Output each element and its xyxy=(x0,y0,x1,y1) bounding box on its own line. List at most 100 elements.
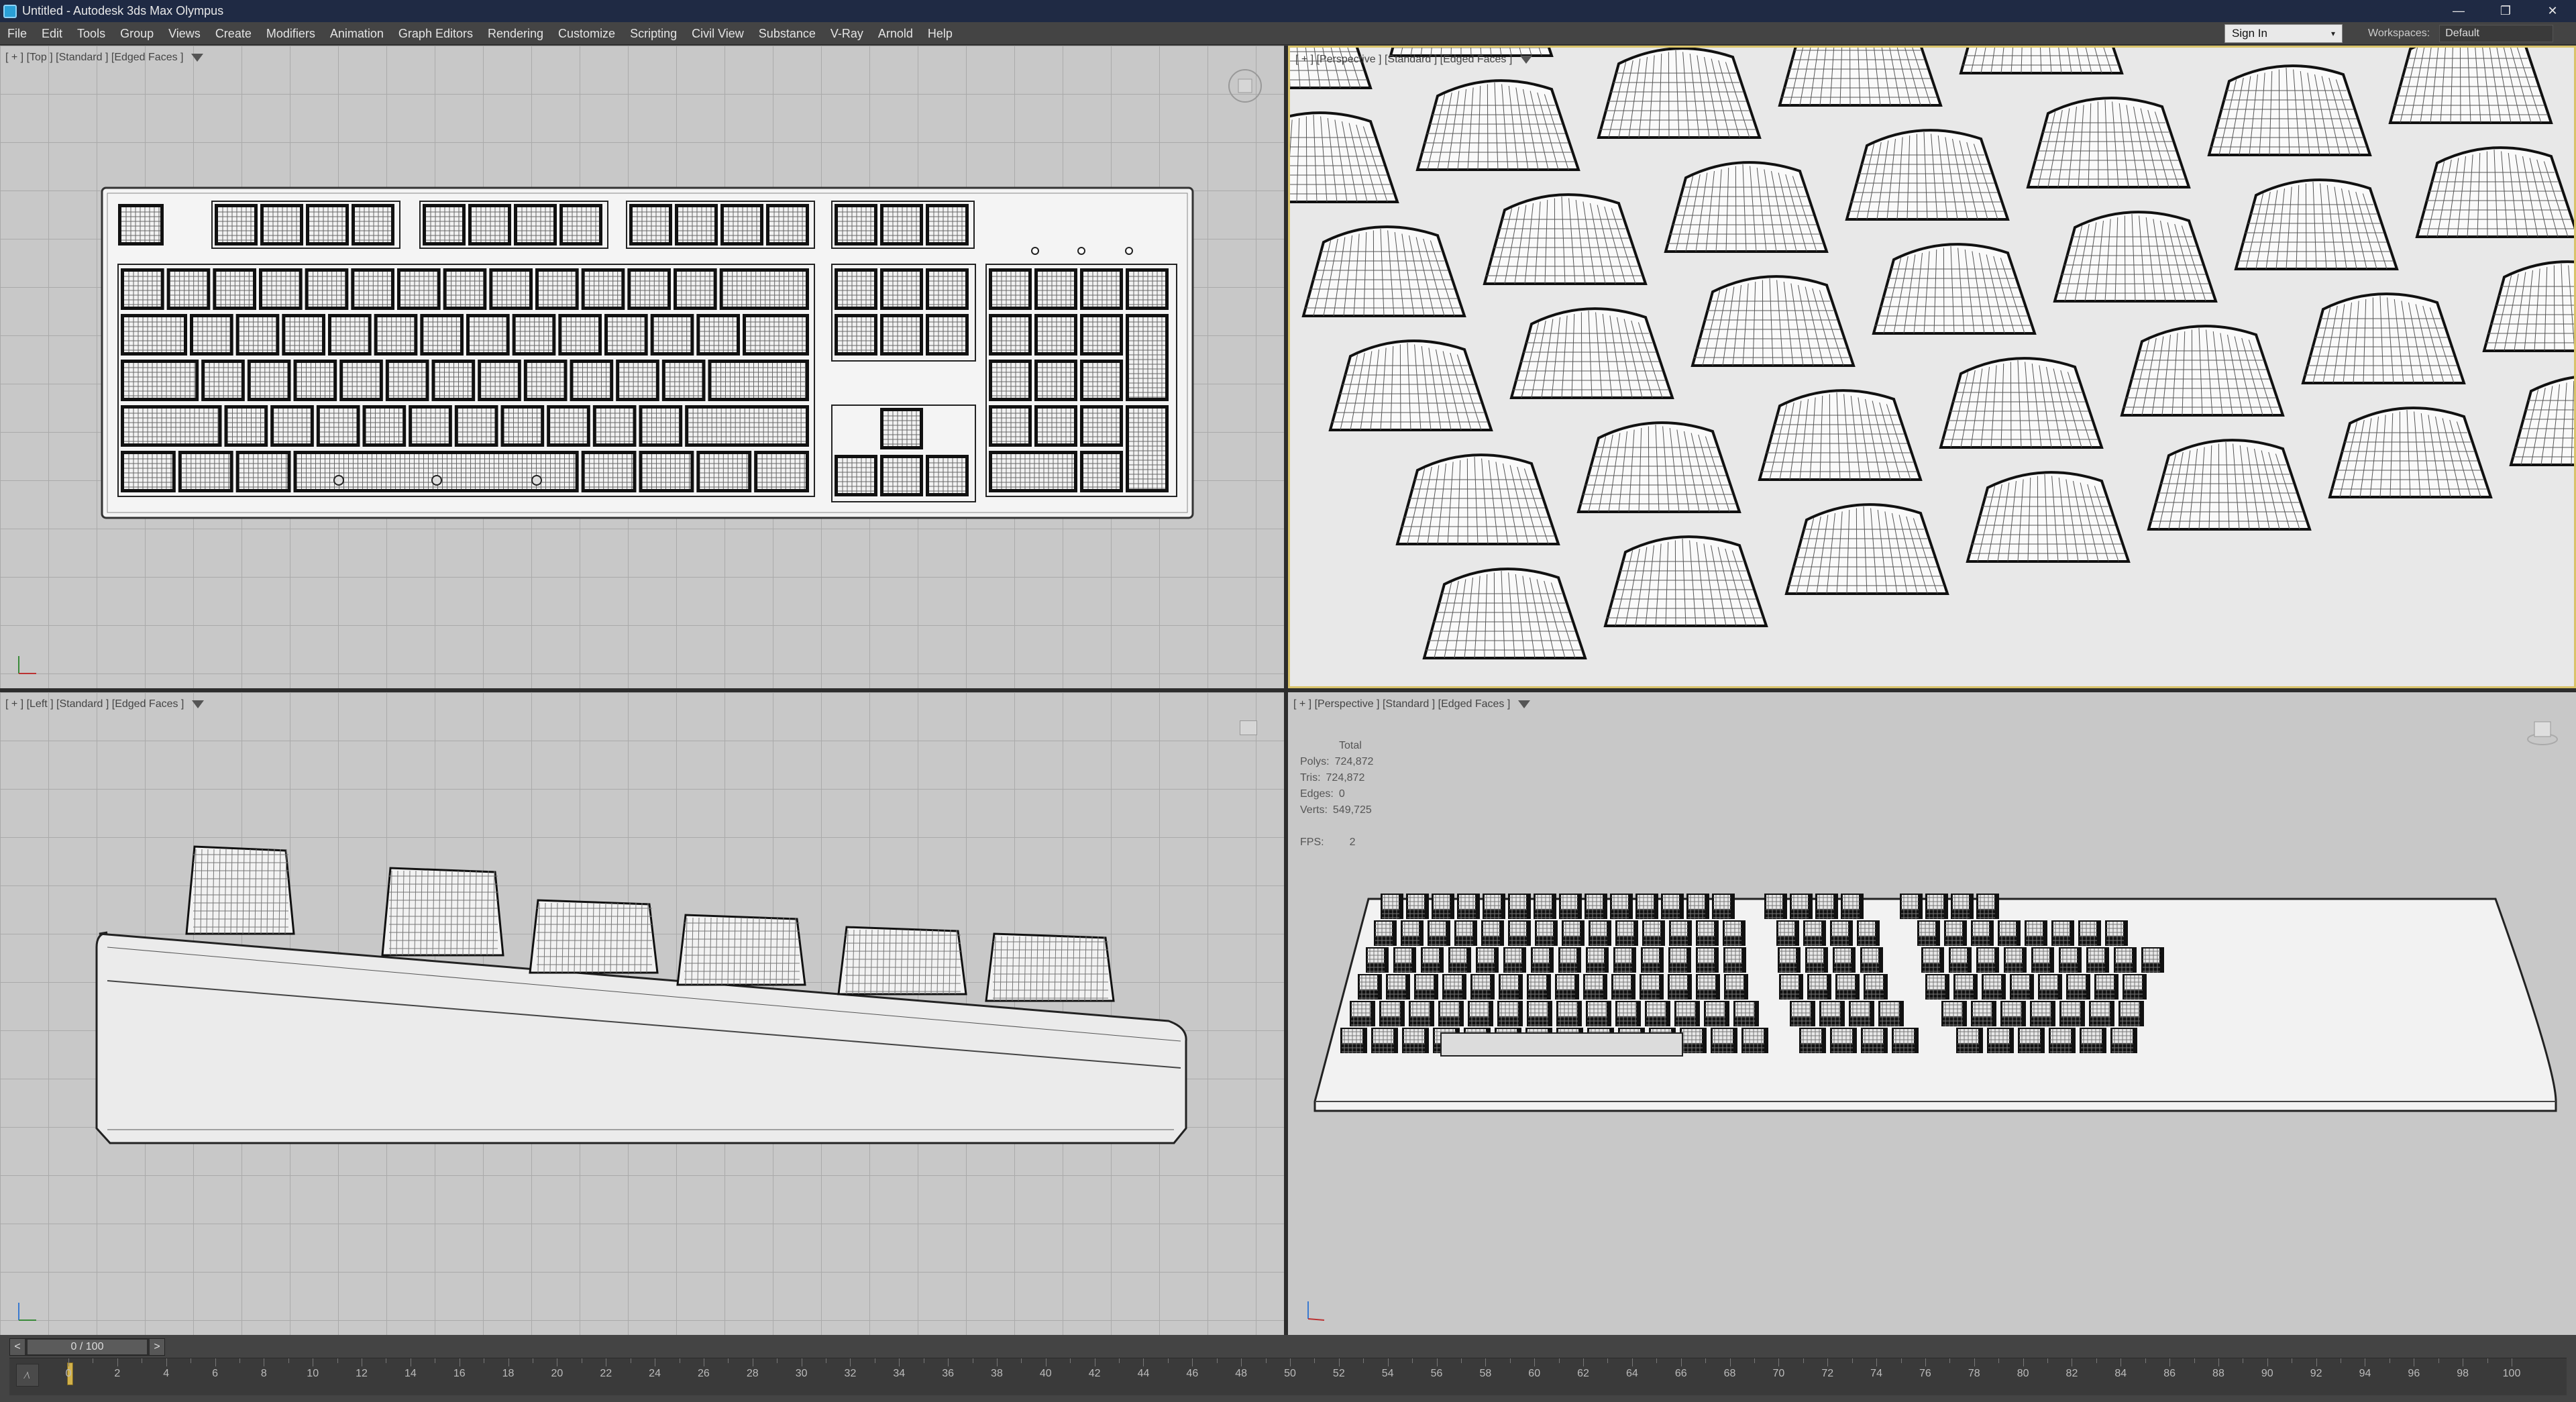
keycap-top xyxy=(250,363,288,398)
time-slider-value[interactable]: 0 / 100 xyxy=(28,1340,147,1354)
timeline-frame-label: 72 xyxy=(1821,1368,1834,1379)
timeline-tick xyxy=(1656,1358,1658,1363)
keycap-top xyxy=(355,207,391,242)
viewport-label[interactable]: [ + ] [Top ] [Standard ] [Edged Faces ] xyxy=(5,52,204,64)
timeline-tick xyxy=(117,1358,118,1366)
keycap-top xyxy=(124,272,161,307)
timeline-tick xyxy=(1290,1358,1291,1366)
keycap-top xyxy=(124,317,184,352)
keycap-top xyxy=(1038,409,1074,443)
keycap-top xyxy=(366,409,403,443)
timeline-frame-label: 98 xyxy=(2457,1368,2469,1379)
timeline-frame-label: 62 xyxy=(1577,1368,1589,1379)
keycap-top xyxy=(504,409,541,443)
viewcube-icon[interactable] xyxy=(1240,720,1257,735)
viewport-label-text: [ + ] [Left ] [Standard ] [Edged Faces ] xyxy=(5,698,184,710)
menu-create[interactable]: Create xyxy=(208,22,259,45)
timeline-frame-label: 42 xyxy=(1088,1368,1101,1379)
menu-edit[interactable]: Edit xyxy=(34,22,70,45)
keycap-top xyxy=(633,207,669,242)
timeline-tick xyxy=(2023,1358,2024,1366)
keycap-top xyxy=(308,272,345,307)
keycap-top xyxy=(170,272,207,307)
timeline-tick xyxy=(1974,1358,1975,1366)
menu-rendering[interactable]: Rendering xyxy=(480,22,551,45)
keycap-top xyxy=(354,272,391,307)
menu-tools[interactable]: Tools xyxy=(70,22,113,45)
keycap-top xyxy=(608,317,645,352)
key-filter-icon[interactable]: ⁄\ xyxy=(16,1364,39,1387)
timeline-frame-label: 16 xyxy=(453,1368,466,1379)
viewport-perspective-closeup[interactable]: [ + ] [Perspective ] [Standard ] [Edged … xyxy=(1288,46,2576,688)
keycap-top xyxy=(470,317,506,352)
timeline-frame-label: 84 xyxy=(2114,1368,2127,1379)
timeline-frame-label: 52 xyxy=(1332,1368,1345,1379)
viewport-label[interactable]: [ + ] [Left ] [Standard ] [Edged Faces ] xyxy=(5,698,205,710)
menu-scripting[interactable]: Scripting xyxy=(623,22,684,45)
menu-animation[interactable]: Animation xyxy=(323,22,391,45)
timeline-frame-label: 4 xyxy=(163,1368,170,1379)
viewport-left[interactable]: [ + ] [Left ] [Standard ] [Edged Faces ] xyxy=(0,692,1284,1335)
time-prev-button[interactable]: < xyxy=(10,1339,25,1355)
keycap-top xyxy=(1083,409,1120,443)
track-bar[interactable]: ⁄\ 0 2 4 6 8 10 12 14 16 18 20 22 24 26 28 30 32 34 36 38 40… xyxy=(9,1358,2567,1395)
time-slider[interactable]: < 0 / 100 > xyxy=(9,1338,165,1356)
timeline-frame-label: 40 xyxy=(1039,1368,1052,1379)
timeline-tick xyxy=(288,1358,289,1363)
timeline-tick xyxy=(948,1358,949,1366)
menu-vray[interactable]: V-Ray xyxy=(823,22,871,45)
fps-value: 2 xyxy=(1349,837,1356,848)
close-button[interactable]: ✕ xyxy=(2529,0,2576,22)
timeline-frame-label: 94 xyxy=(2359,1368,2371,1379)
minimize-button[interactable]: — xyxy=(2435,0,2482,22)
viewport-label[interactable]: [ + ] [Perspective ] [Standard ] [Edged … xyxy=(1293,698,1531,710)
timeline-tick xyxy=(899,1358,900,1366)
restore-button[interactable]: ❐ xyxy=(2482,0,2529,22)
funnel-icon[interactable] xyxy=(1520,56,1533,64)
keycap-top xyxy=(584,454,633,489)
viewport-label[interactable]: [ + ] [Perspective ] [Standard ] [Edged … xyxy=(1295,54,1533,66)
timeline-tick xyxy=(1754,1358,1755,1363)
menu-modifiers[interactable]: Modifiers xyxy=(259,22,323,45)
viewcube-icon[interactable] xyxy=(2524,712,2561,750)
sign-in-dropdown[interactable]: Sign In ▾ xyxy=(2224,24,2343,43)
menu-group[interactable]: Group xyxy=(113,22,161,45)
menu-customize[interactable]: Customize xyxy=(551,22,623,45)
funnel-icon[interactable] xyxy=(191,54,204,62)
viewport-perspective-full[interactable]: [ + ] [Perspective ] [Standard ] [Edged … xyxy=(1288,692,2576,1335)
menu-help[interactable]: Help xyxy=(920,22,960,45)
workspaces-label: Workspaces: xyxy=(2368,28,2430,39)
keycap-top xyxy=(838,272,874,307)
menu-substance[interactable]: Substance xyxy=(751,22,823,45)
timeline-tick xyxy=(1412,1358,1413,1363)
viewport-top[interactable]: [ + ] [Top ] [Standard ] [Edged Faces ] xyxy=(0,46,1284,688)
funnel-icon[interactable] xyxy=(192,700,205,708)
keycap-top xyxy=(1083,363,1120,398)
closeup-keycaps-scene xyxy=(1290,48,2574,686)
menu-views[interactable]: Views xyxy=(161,22,208,45)
menu-file[interactable]: File xyxy=(0,22,34,45)
keycap-top xyxy=(388,363,426,398)
timeline-frame-label: 44 xyxy=(1137,1368,1150,1379)
menu-arnold[interactable]: Arnold xyxy=(871,22,920,45)
keycap-top xyxy=(642,409,680,443)
menu-civil-view[interactable]: Civil View xyxy=(684,22,751,45)
keycap-top xyxy=(642,454,691,489)
keycap-top xyxy=(883,317,920,352)
indicator-led xyxy=(1125,247,1133,255)
timeline-frame-label: 70 xyxy=(1772,1368,1785,1379)
funnel-icon[interactable] xyxy=(1518,700,1531,708)
viewcube-icon[interactable] xyxy=(1225,66,1265,106)
time-next-button[interactable]: > xyxy=(150,1339,164,1355)
stats-header: Total xyxy=(1339,740,1362,751)
keycap-top xyxy=(1038,363,1074,398)
timeline-tick xyxy=(1876,1358,1878,1366)
workspaces-dropdown[interactable]: Default xyxy=(2439,25,2554,42)
menu-graph-editors[interactable]: Graph Editors xyxy=(391,22,480,45)
timeline-frame-label: 50 xyxy=(1284,1368,1296,1379)
keycap-top xyxy=(700,317,737,352)
timeline-tick xyxy=(2145,1358,2146,1363)
full-keyboard-scene xyxy=(1313,894,2557,1112)
timeline-tick xyxy=(1607,1358,1609,1363)
keycap-3d xyxy=(2388,48,2553,124)
